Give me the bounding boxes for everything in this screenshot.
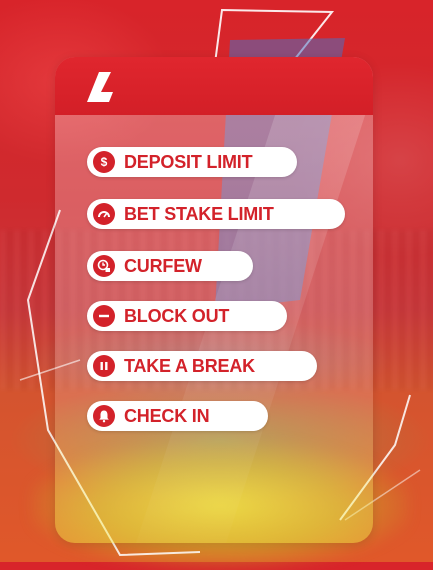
- curfew-label: CURFEW: [124, 255, 202, 276]
- bet-stake-limit-label: BET STAKE LIMIT: [124, 203, 274, 224]
- ladbrokes-l-logo-icon: [87, 72, 113, 102]
- block-out-label: BLOCK OUT: [124, 305, 230, 326]
- glass-shard: [136, 57, 373, 543]
- bet-stake-limit-button[interactable]: BET STAKE LIMIT: [87, 199, 345, 229]
- block-out-button[interactable]: BLOCK OUT: [87, 301, 287, 331]
- deposit-limit-button[interactable]: $ DEPOSIT LIMIT: [87, 147, 297, 177]
- check-in-label: CHECK IN: [124, 405, 210, 426]
- take-a-break-button[interactable]: TAKE A BREAK: [87, 351, 317, 381]
- take-a-break-label: TAKE A BREAK: [124, 355, 255, 376]
- pause-icon: [93, 355, 115, 377]
- clock-lock-icon: [93, 255, 115, 277]
- svg-text:$: $: [101, 155, 108, 169]
- card-header: [55, 57, 373, 115]
- responsible-gambling-card: [55, 57, 373, 543]
- deposit-limit-label: DEPOSIT LIMIT: [124, 151, 253, 172]
- check-in-button[interactable]: CHECK IN: [87, 401, 268, 431]
- curfew-button[interactable]: CURFEW: [87, 251, 253, 281]
- dollar-coin-icon: $: [93, 151, 115, 173]
- minus-circle-icon: [93, 305, 115, 327]
- bell-icon: [93, 405, 115, 427]
- speedometer-icon: [93, 203, 115, 225]
